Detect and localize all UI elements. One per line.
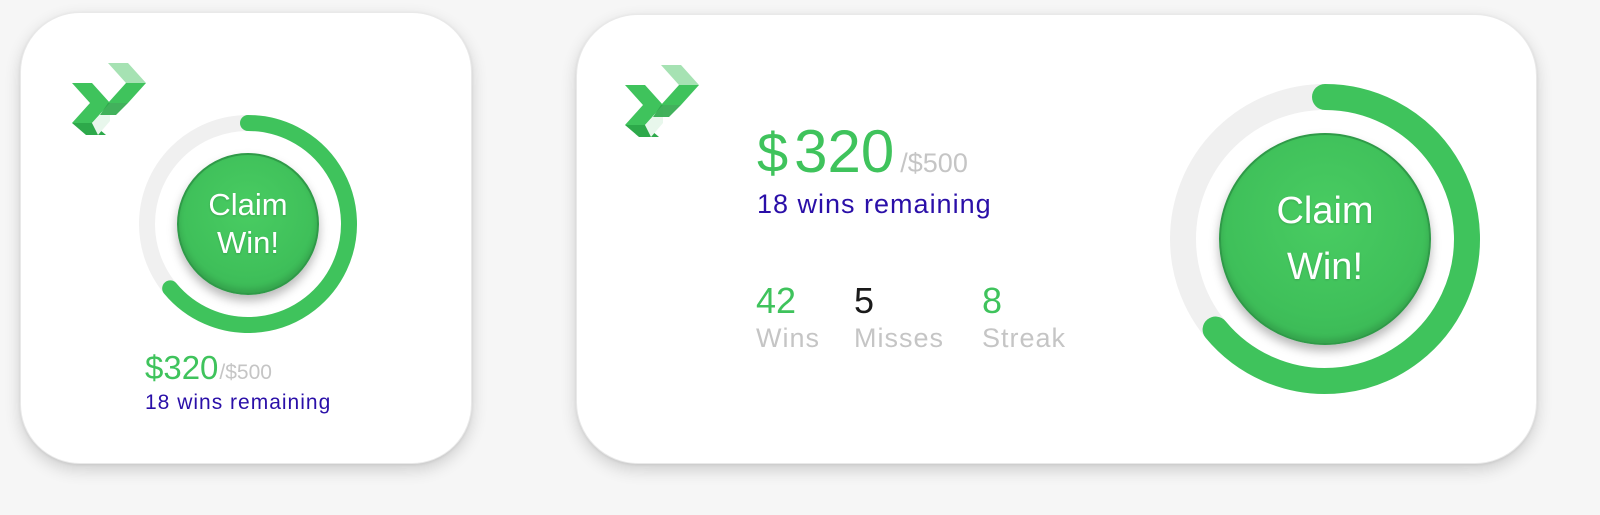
- progress-ring: Claim Win!: [1169, 83, 1481, 395]
- stat-streak-label: Streak: [982, 323, 1067, 353]
- stat-wins: 42 Wins: [756, 281, 820, 355]
- claim-win-button[interactable]: Claim Win!: [177, 153, 319, 295]
- claim-win-label: Claim Win!: [1276, 190, 1374, 288]
- stat-streak-value: 8: [982, 280, 1003, 321]
- goal-amount: /$500: [219, 361, 272, 384]
- stat-misses: 5 Misses: [854, 281, 944, 355]
- stat-wins-value: 42: [756, 280, 797, 321]
- amount-line: $320 /$500: [145, 349, 272, 387]
- large-widget: $ 320 /$500 18 wins remaining 42 Wins 5 …: [576, 14, 1537, 464]
- current-amount: $320: [145, 349, 219, 386]
- claim-win-button[interactable]: Claim Win!: [1219, 133, 1431, 345]
- goal-amount: /$500: [900, 148, 968, 178]
- claim-win-label: Claim Win!: [208, 187, 288, 260]
- small-widget: Claim Win! $320 /$500 18 wins remaining: [20, 12, 472, 464]
- stacked-blocks-logo-icon: [625, 65, 699, 137]
- stat-misses-value: 5: [854, 280, 875, 321]
- wins-remaining: 18 wins remaining: [145, 391, 332, 414]
- current-amount: 320: [794, 118, 895, 185]
- stat-misses-label: Misses: [854, 323, 945, 353]
- progress-ring: Claim Win!: [139, 115, 357, 333]
- amount-line: $ 320 /$500: [757, 117, 968, 186]
- wins-remaining: 18 wins remaining: [757, 189, 992, 219]
- stacked-blocks-logo-icon: [72, 63, 146, 135]
- stat-streak: 8 Streak: [982, 281, 1066, 355]
- stat-wins-label: Wins: [756, 323, 820, 353]
- currency-symbol: $: [757, 121, 789, 184]
